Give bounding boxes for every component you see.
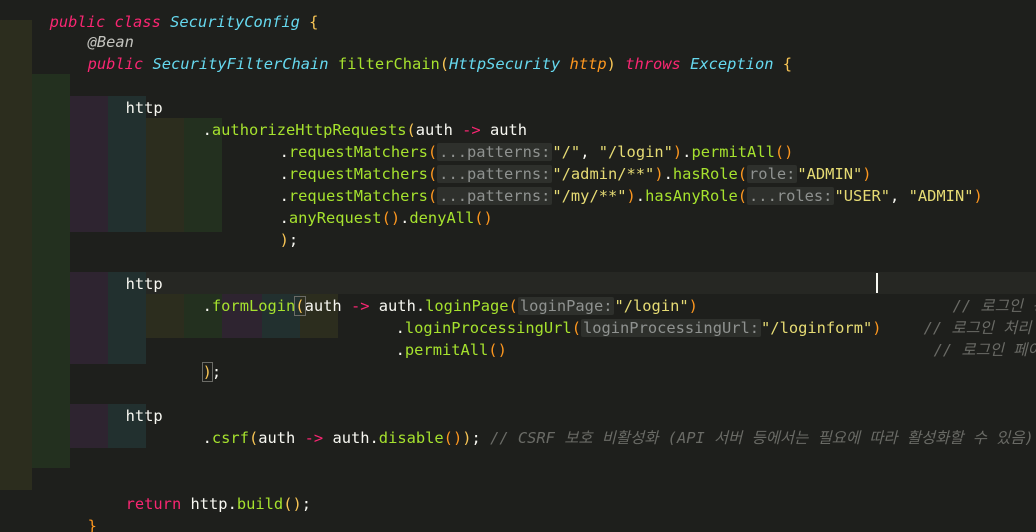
code-line-return: return http.build(); (70, 471, 311, 513)
variable: auth (332, 429, 370, 447)
method-call: csrf (211, 429, 249, 447)
dot: . (369, 429, 379, 447)
semicolon: ; (288, 231, 299, 249)
semicolon: ; (211, 363, 222, 381)
lambda-param: auth (258, 429, 296, 447)
code-comment: // 로그인 처리 URL 설 (868, 295, 1036, 337)
keyword: public (87, 55, 144, 73)
code-line-http: http (70, 251, 163, 293)
lambda-param: auth (304, 297, 342, 315)
paren: () (474, 209, 493, 227)
arrow: -> (304, 429, 324, 447)
paren: () (283, 495, 302, 513)
dot: . (202, 429, 212, 447)
string: "USER" (834, 187, 891, 205)
method-call: anyRequest (288, 209, 382, 227)
brace: { (309, 13, 319, 31)
paren: ) (279, 231, 289, 249)
string: "/loginform" (761, 319, 873, 337)
method-call: formLogin (211, 297, 296, 315)
paren: ( (439, 55, 450, 73)
code-comment: // 로그인 페이지는 누 (878, 317, 1036, 359)
paren: ) (626, 187, 636, 205)
indent-guide (0, 20, 32, 490)
variable: http (190, 495, 228, 513)
paren: ) (973, 187, 983, 205)
code-line-http: http (70, 383, 163, 425)
paren: ( (737, 187, 748, 205)
param-name: http (569, 55, 607, 73)
code-line-any-request: .anyRequest().denyAll() (224, 185, 493, 227)
code-line-annotation: @Bean (32, 9, 134, 51)
dot: . (395, 341, 405, 359)
code-line-close: ); (147, 339, 221, 382)
param-type: HttpSecurity (449, 55, 561, 73)
method-call: hasAnyRole (645, 187, 738, 205)
code-line-matcher: .requestMatchers(...patterns: "/my/**").h… (224, 163, 983, 205)
paren: ) (606, 55, 616, 73)
code-line-method-signature: public SecurityFilterChain filterChain(H… (32, 31, 792, 73)
code-line-matcher: .requestMatchers(...patterns: "/admin/**"… (224, 141, 872, 183)
return-type: SecurityFilterChain (152, 55, 329, 73)
class-name: SecurityConfig (170, 13, 300, 31)
code-line-csrf: .csrf(auth -> auth.disable()); // CSRF 보… (147, 405, 1034, 447)
semicolon: ; (471, 429, 481, 447)
inlay-hint: ...roles: (747, 187, 835, 205)
string: "/my/**" (552, 187, 627, 205)
method-name: filterChain (337, 55, 440, 73)
keyword: throws (625, 55, 681, 73)
method-call: denyAll (409, 209, 475, 227)
code-editor[interactable]: public class SecurityConfig { @Bean publ… (0, 0, 1036, 532)
paren: () (488, 341, 507, 359)
dot: . (635, 187, 646, 205)
paren: ) (462, 429, 472, 447)
code-comment: // 로그인 경로설정 (897, 273, 1036, 315)
comment: // 로그인 페이지는 누 (933, 341, 1036, 359)
code-line-permit: .permitAll() (340, 317, 507, 359)
keyword: return (125, 495, 182, 513)
brace: } (87, 517, 97, 532)
paren: () (443, 429, 463, 447)
paren: ( (571, 319, 581, 337)
method-call: permitAll (404, 341, 489, 359)
dot: . (202, 121, 212, 139)
string: "ADMIN" (908, 187, 974, 205)
comment: // CSRF 보호 비활성화 (API 서버 등에서는 필요에 따라 활성화할… (490, 429, 1034, 447)
text-cursor (876, 273, 878, 293)
paren: () (381, 209, 401, 227)
method-call: build (236, 495, 284, 513)
indent-guide (32, 74, 70, 468)
dot: . (227, 495, 237, 513)
dot: . (400, 209, 410, 227)
method-call: disable (378, 429, 444, 447)
comma: , (890, 187, 900, 205)
code-line-close: ); (224, 207, 299, 249)
code-line-processing-url: .loginProcessingUrl(loginProcessingUrl: "… (340, 295, 882, 337)
exception-type: Exception (690, 55, 774, 73)
code-line-closing-brace: } (32, 493, 97, 532)
paren: ( (248, 429, 259, 447)
paren: ) (201, 362, 213, 382)
paren: ( (294, 296, 306, 316)
dot: . (202, 297, 212, 315)
code-line-authorize: .authorizeHttpRequests(auth -> auth (147, 97, 527, 139)
code-line-form-login: .formLogin(auth -> auth.loginPage(loginP… (147, 273, 698, 316)
code-line-http: http (70, 75, 163, 117)
brace: { (782, 55, 793, 73)
semicolon: ; (301, 495, 312, 513)
inlay-hint: loginProcessingUrl: (580, 319, 762, 337)
code-line-matcher: .requestMatchers(...patterns: "/", "/logi… (224, 119, 793, 161)
